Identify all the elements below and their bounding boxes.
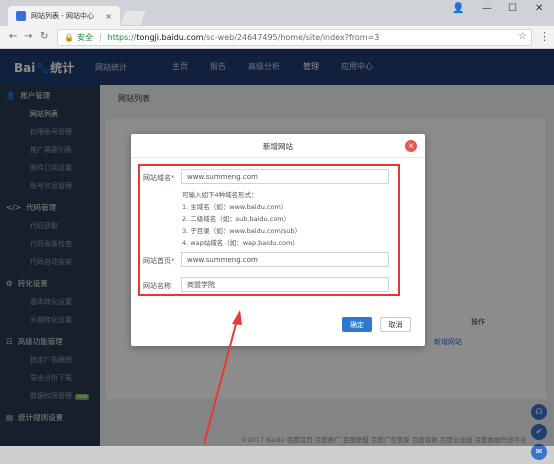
hint-line: 3. 子目录（如：www.baidu.com/sub） — [182, 227, 302, 235]
site-name-input[interactable] — [181, 277, 389, 292]
address-separator: | — [98, 33, 102, 42]
confirm-button[interactable]: 确定 — [342, 317, 372, 332]
close-window-button[interactable]: ✕ — [535, 3, 543, 14]
domain-input[interactable] — [181, 169, 389, 184]
field-label: 网站域名 — [143, 174, 171, 182]
user-icon[interactable]: 👤 — [452, 3, 464, 14]
favicon-icon — [16, 11, 26, 21]
minimize-button[interactable]: — — [482, 3, 492, 14]
browser-tab-bar: 网站列表 - 网站中心 × 👤 — ☐ ✕ — [0, 0, 554, 26]
dialog-header: 新增网站 × — [131, 134, 425, 158]
browser-tab[interactable]: 网站列表 - 网站中心 × — [8, 6, 120, 26]
tab-close-icon[interactable]: × — [105, 12, 112, 21]
lock-icon: 🔒 — [64, 33, 74, 42]
site-name-label: 网站名称 — [143, 282, 171, 290]
hint-line: 可输入如下4种域名形式： — [182, 191, 258, 199]
homepage-input[interactable] — [181, 252, 389, 267]
browser-toolbar: ← → ↻ 🔒 安全 | https:// tongji.baidu.com /… — [0, 26, 554, 49]
homepage-label: 网站首页* — [143, 256, 175, 266]
reload-button[interactable]: ↻ — [40, 31, 48, 42]
bookmark-star-icon[interactable]: ☆ — [518, 31, 527, 42]
new-site-dialog: 新增网站 × 网站域名* 可输入如下4种域名形式： 1. 主域名（如：www.b… — [131, 134, 425, 346]
close-icon[interactable]: × — [405, 140, 417, 152]
url-path: /sc-web/24647495/home/site/index?from=3 — [203, 33, 380, 42]
secure-label: 安全 — [76, 33, 93, 42]
message-icon[interactable]: ✉ — [531, 444, 547, 460]
back-button[interactable]: ← — [9, 31, 17, 42]
address-bar[interactable]: 🔒 安全 | https:// tongji.baidu.com /sc-web… — [57, 29, 532, 46]
required-mark: * — [171, 257, 175, 265]
forward-button[interactable]: → — [24, 31, 32, 42]
required-mark: * — [171, 174, 175, 182]
new-tab-button[interactable] — [120, 11, 146, 25]
hint-line: 4. wap站域名（如：wap.baidu.com） — [182, 239, 299, 247]
hint-line: 2. 二级域名（如：sub.baidu.com） — [182, 215, 291, 223]
cancel-button[interactable]: 取消 — [380, 317, 411, 332]
tab-title: 网站列表 - 网站中心 — [31, 12, 94, 20]
field-label: 网站首页 — [143, 257, 171, 265]
browser-menu-icon[interactable]: ⋮ — [539, 30, 550, 43]
maximize-button[interactable]: ☐ — [508, 3, 517, 14]
hint-line: 1. 主域名（如：www.baidu.com） — [182, 203, 288, 211]
domain-label: 网站域名* — [143, 173, 175, 183]
url-host: tongji.baidu.com — [136, 33, 204, 42]
dialog-title: 新增网站 — [263, 142, 293, 151]
url-scheme: https:// — [107, 33, 137, 42]
